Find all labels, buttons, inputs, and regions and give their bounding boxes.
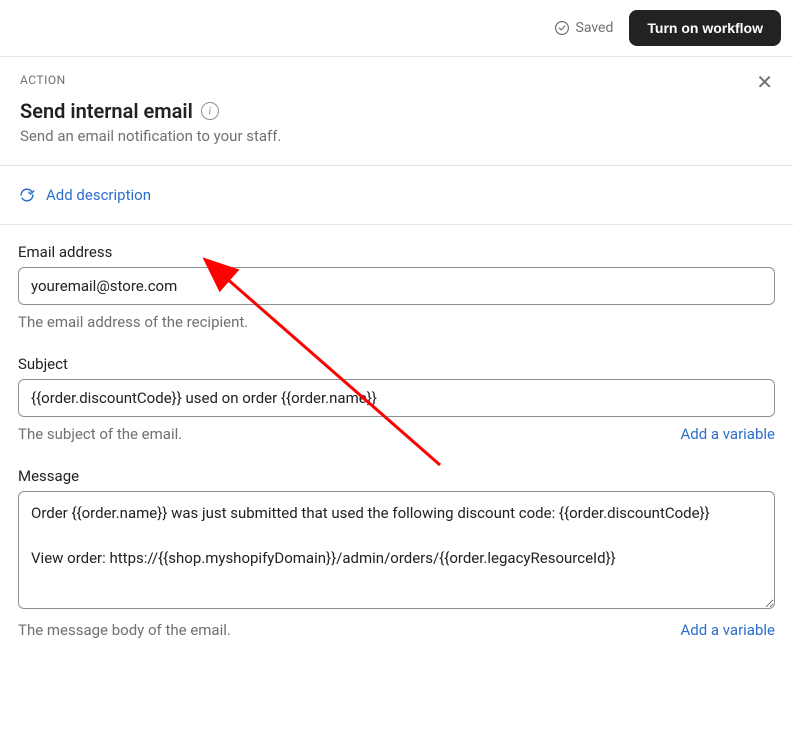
fields-section: Email address The email address of the r… [0, 224, 793, 657]
saved-label: Saved [576, 20, 614, 36]
message-hint: The message body of the email. [18, 621, 231, 639]
subject-hint: The subject of the email. [18, 425, 182, 443]
turn-on-workflow-button[interactable]: Turn on workflow [629, 10, 781, 46]
title-row: Send internal email i [20, 99, 281, 123]
message-add-variable-button[interactable]: Add a variable [680, 621, 775, 639]
saved-status: Saved [554, 20, 614, 36]
email-input[interactable] [18, 267, 775, 305]
subject-field-group: Subject The subject of the email. Add a … [18, 355, 775, 443]
subject-input[interactable] [18, 379, 775, 417]
panel-header: ACTION Send internal email i Send an ema… [20, 73, 775, 145]
message-label: Message [18, 467, 775, 485]
email-label: Email address [18, 243, 775, 261]
page-title: Send internal email [20, 99, 193, 123]
close-button[interactable]: ✕ [754, 73, 775, 93]
action-label: ACTION [20, 73, 281, 87]
email-hint: The email address of the recipient. [18, 313, 248, 331]
message-input[interactable] [18, 491, 775, 609]
message-field-group: Message The message body of the email. A… [18, 467, 775, 639]
subject-label: Subject [18, 355, 775, 373]
top-bar: Saved Turn on workflow [0, 0, 793, 56]
subject-add-variable-button[interactable]: Add a variable [680, 425, 775, 443]
email-footer: The email address of the recipient. [18, 313, 775, 331]
add-description-label: Add description [46, 186, 151, 204]
page-subtitle: Send an email notification to your staff… [20, 127, 281, 145]
subject-footer: The subject of the email. Add a variable [18, 425, 775, 443]
add-description-button[interactable]: Add description [18, 184, 775, 206]
message-footer: The message body of the email. Add a var… [18, 621, 775, 639]
email-field-group: Email address The email address of the r… [18, 243, 775, 331]
description-section: Add description [0, 165, 793, 224]
edit-icon [18, 186, 36, 204]
check-circle-icon [554, 20, 570, 36]
info-icon[interactable]: i [201, 102, 219, 120]
action-panel: ACTION Send internal email i Send an ema… [0, 57, 793, 165]
